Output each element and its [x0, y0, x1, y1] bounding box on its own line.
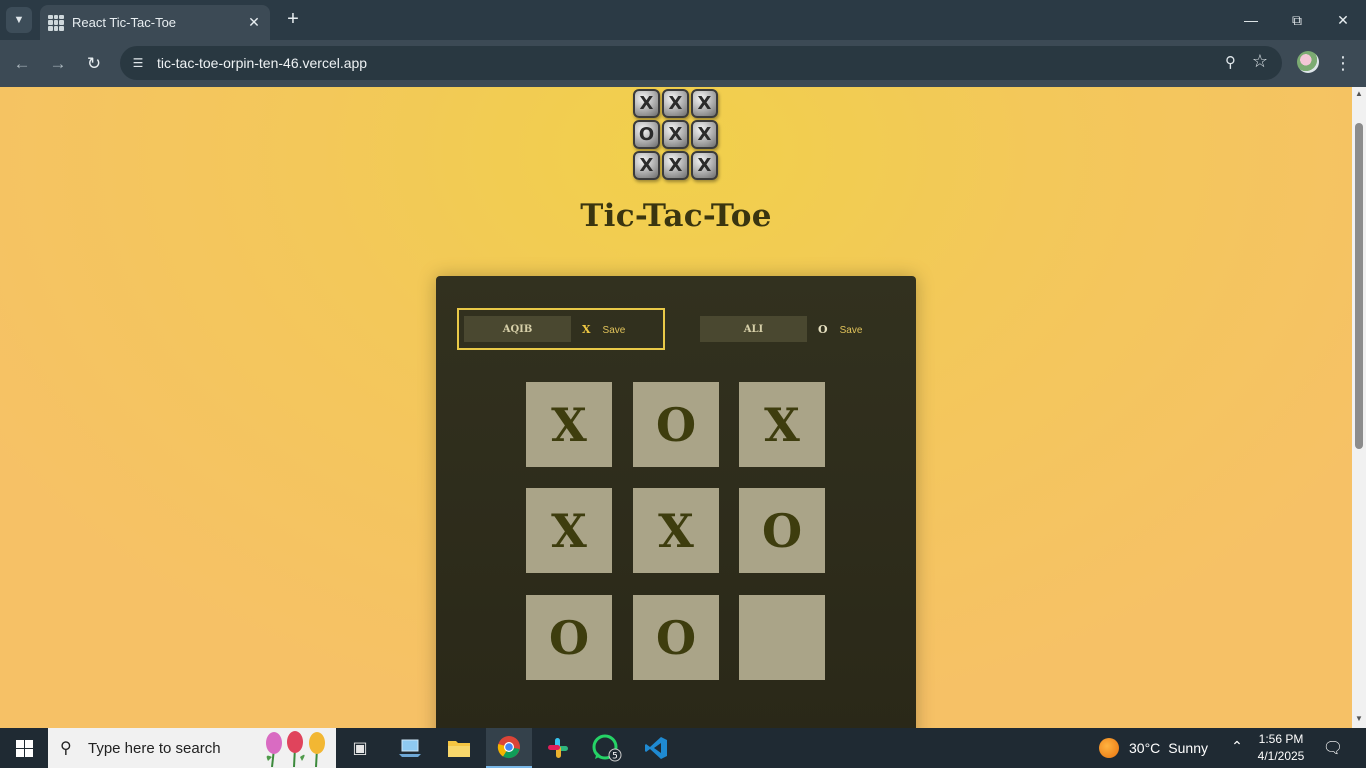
logo-tile: X [633, 151, 660, 180]
board-cell[interactable]: O [633, 595, 719, 680]
player-ali: ALI O Save [693, 308, 893, 350]
tulips-icon [266, 731, 325, 767]
page-title: Tic-Tac-Toe [580, 198, 772, 234]
logo-tile: X [691, 151, 718, 180]
restore-icon[interactable]: ⧉ [1274, 6, 1320, 34]
close-tab-icon[interactable]: ✕ [244, 14, 264, 31]
sun-icon [1099, 738, 1119, 758]
zoom-icon[interactable]: ⚲ [1225, 53, 1236, 71]
player-symbol: X [582, 322, 591, 336]
board-cell[interactable]: X [633, 488, 719, 573]
logo-tile: X [662, 151, 689, 180]
game-board: X O X X X O O O [526, 382, 825, 680]
whatsapp-icon[interactable]: 5 [584, 728, 630, 768]
address-bar[interactable]: ☰ tic-tac-toe-orpin-ten-46.vercel.app ⚲ … [120, 46, 1282, 80]
save-button[interactable]: Save [603, 325, 626, 336]
forward-arrow-icon[interactable]: → [44, 50, 72, 78]
minimize-icon[interactable]: — [1228, 6, 1274, 34]
weather-widget[interactable]: 30°C Sunny [1099, 728, 1208, 768]
logo-tile: X [662, 120, 689, 149]
chrome-icon[interactable] [486, 728, 532, 768]
back-arrow-icon[interactable]: ← [8, 50, 36, 78]
board-cell[interactable]: X [526, 488, 612, 573]
weather-condition: Sunny [1168, 740, 1208, 756]
player-name: AQIB [464, 316, 571, 342]
laptop-icon[interactable] [387, 728, 433, 768]
site-info-icon[interactable]: ☰ [128, 53, 148, 73]
scroll-up-arrow-icon[interactable]: ▲ [1352, 89, 1366, 101]
player-symbol: O [818, 322, 828, 336]
weather-temperature: 30°C [1129, 740, 1161, 756]
player-aqib: AQIB X Save [457, 308, 665, 350]
board-cell[interactable]: X [526, 382, 612, 467]
board-cell[interactable]: O [526, 595, 612, 680]
board-cell[interactable]: X [739, 382, 825, 467]
logo-tile: X [691, 89, 718, 118]
star-icon[interactable]: ☆ [1252, 51, 1268, 72]
profile-avatar[interactable] [1297, 51, 1319, 73]
file-explorer-icon[interactable] [436, 728, 482, 768]
page-viewport: XXXOXXXXX Tic-Tac-Toe AQIB X Save ALI O … [0, 87, 1352, 728]
tab-title: React Tic-Tac-Toe [72, 15, 177, 30]
windows-start-icon[interactable] [0, 728, 48, 768]
slack-icon[interactable] [535, 728, 581, 768]
search-icon: ⚲ [60, 740, 72, 757]
taskbar-search-box[interactable]: ⚲ Type here to search [48, 728, 336, 768]
clock-date: 4/1/2025 [1257, 749, 1305, 763]
save-button[interactable]: Save [840, 325, 863, 336]
notification-badge: 5 [612, 752, 618, 762]
plus-icon[interactable]: + [282, 8, 304, 30]
notification-center-icon[interactable]: 🗨 [1320, 738, 1346, 758]
board-cell[interactable] [739, 595, 825, 680]
logo-tile: X [633, 89, 660, 118]
browser-tab-strip: ▼ React Tic-Tac-Toe ✕ + — ⧉ ✕ [0, 0, 1366, 40]
system-clock[interactable]: 1:56 PM 4/1/2025 [1252, 731, 1310, 765]
scroll-down-arrow-icon[interactable]: ▼ [1352, 714, 1366, 726]
reload-icon[interactable]: ↻ [80, 50, 108, 78]
kebab-menu-icon[interactable]: ⋮ [1334, 50, 1352, 76]
search-placeholder: Type here to search [88, 739, 221, 757]
windows-taskbar: ⚲ Type here to search ▣ 5 30°C Sunny ⌃ 1… [0, 728, 1366, 768]
board-cell[interactable]: O [739, 488, 825, 573]
clock-time: 1:56 PM [1258, 732, 1304, 746]
chevron-down-icon[interactable]: ▼ [6, 7, 32, 33]
tic-tac-toe-logo: XXXOXXXXX [633, 89, 719, 181]
logo-tile: O [633, 120, 660, 149]
logo-tile: X [691, 120, 718, 149]
logo-tile: X [662, 89, 689, 118]
browser-toolbar: ← → ↻ ☰ tic-tac-toe-orpin-ten-46.vercel.… [0, 40, 1366, 87]
task-view-icon[interactable]: ▣ [337, 728, 383, 768]
board-cell[interactable]: O [633, 382, 719, 467]
player-name: ALI [700, 316, 807, 342]
game-container: AQIB X Save ALI O Save X O X X X O O O [436, 276, 916, 728]
tab-react-tic-tac-toe[interactable]: React Tic-Tac-Toe ✕ [40, 5, 270, 40]
vscode-icon[interactable] [633, 728, 679, 768]
close-window-icon[interactable]: ✕ [1320, 6, 1366, 34]
vertical-scrollbar[interactable]: ▲ ▼ [1352, 87, 1366, 728]
app-grid-icon [48, 14, 64, 31]
chevron-up-icon[interactable]: ⌃ [1227, 738, 1247, 755]
url-text[interactable]: tic-tac-toe-orpin-ten-46.vercel.app [157, 55, 367, 71]
scrollbar-thumb[interactable] [1355, 123, 1363, 449]
